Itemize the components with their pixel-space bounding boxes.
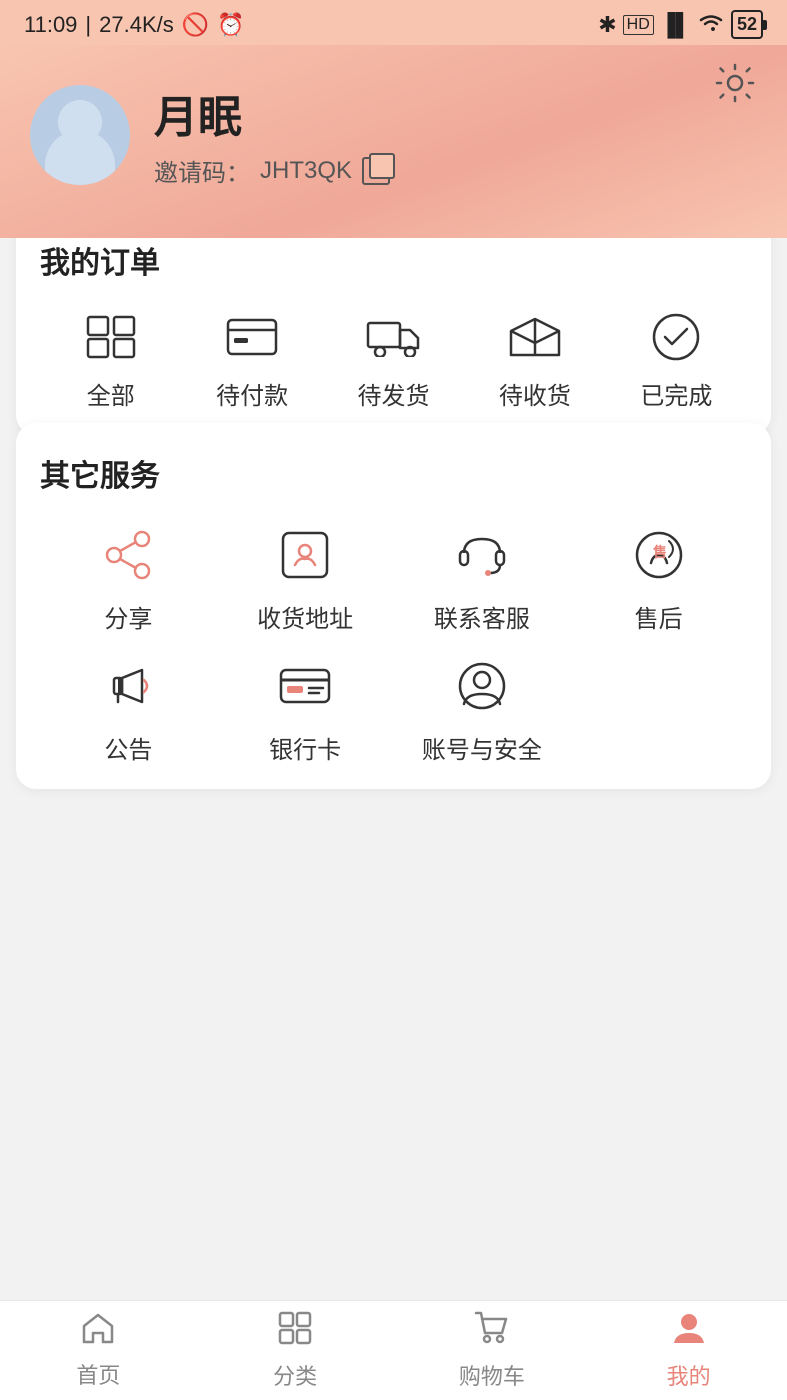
orders-title: 我的订单 — [40, 238, 747, 282]
battery-indicator: 52 — [731, 10, 763, 39]
pending-ship-icon — [362, 310, 426, 364]
service-item-address[interactable]: 收货地址 — [217, 523, 394, 634]
service-label-announcement: 公告 — [104, 730, 152, 765]
status-right: ✱ HD ▐▌ 52 — [598, 10, 763, 39]
bluetooth-icon: ✱ — [598, 12, 616, 38]
invite-code: JHT3QK — [260, 157, 352, 185]
wifi-icon — [697, 11, 725, 39]
hd-icon: HD — [623, 15, 654, 35]
settings-button[interactable] — [713, 61, 757, 114]
share-icon — [96, 523, 160, 587]
service-item-after-sale[interactable]: 售 售后 — [570, 523, 747, 634]
order-item-pending-receive[interactable]: 待收货 — [464, 310, 605, 411]
nav-item-home[interactable]: 首页 — [0, 1301, 197, 1400]
invite-row: 邀请码： JHT3QK — [154, 153, 390, 188]
completed-icon — [644, 310, 708, 364]
service-label-bank-card: 银行卡 — [269, 730, 341, 765]
service-label-address: 收货地址 — [257, 599, 353, 634]
signal-bars-icon: ▐▌ — [660, 12, 691, 38]
bottom-nav: 首页 分类 购物车 我的 — [0, 1300, 787, 1400]
status-bar: 11:09 | 27.4K/s 🚫 ⏰ ✱ HD ▐▌ 52 — [0, 0, 787, 45]
main-content: 11:09 | 27.4K/s 🚫 ⏰ ✱ HD ▐▌ 52 — [0, 0, 787, 915]
order-label-completed: 已完成 — [640, 376, 712, 411]
service-item-announcement[interactable]: 公告 — [40, 654, 217, 765]
alarm-icon: ⏰ — [217, 12, 244, 38]
bank-card-icon — [273, 654, 337, 718]
profile-row: 月眠 邀请码： JHT3QK — [30, 81, 757, 188]
pending-payment-icon — [220, 310, 284, 364]
nav-label-cart: 购物车 — [459, 1359, 525, 1391]
avatar[interactable] — [30, 85, 130, 185]
order-grid: 全部 待付款 — [40, 310, 747, 411]
order-label-all: 全部 — [87, 376, 135, 411]
status-left: 11:09 | 27.4K/s 🚫 ⏰ — [24, 12, 245, 38]
header-section: 月眠 邀请码： JHT3QK — [0, 45, 787, 238]
pending-receive-icon — [503, 310, 567, 364]
home-icon — [81, 1312, 115, 1352]
status-divider: | — [85, 12, 91, 38]
signal-icon: 🚫 — [182, 12, 209, 38]
order-item-completed[interactable]: 已完成 — [606, 310, 747, 411]
service-item-account-security[interactable]: 账号与安全 — [394, 654, 571, 765]
customer-service-icon — [450, 523, 514, 587]
category-icon — [278, 1311, 312, 1353]
service-item-customer-service[interactable]: 联系客服 — [394, 523, 571, 634]
service-label-account-security: 账号与安全 — [422, 730, 542, 765]
mine-icon — [672, 1311, 706, 1353]
account-security-icon — [450, 654, 514, 718]
service-label-share: 分享 — [104, 599, 152, 634]
avatar-head — [58, 100, 102, 144]
orders-card: 我的订单 全部 — [16, 210, 771, 435]
order-label-pending-payment: 待付款 — [216, 376, 288, 411]
nav-label-mine: 我的 — [667, 1359, 711, 1391]
after-sale-icon: 售 — [627, 523, 691, 587]
invite-label: 邀请码： — [154, 153, 250, 188]
services-title: 其它服务 — [40, 451, 747, 495]
order-label-pending-ship: 待发货 — [358, 376, 430, 411]
all-orders-icon — [79, 310, 143, 364]
service-label-customer-service: 联系客服 — [434, 599, 530, 634]
cart-icon — [474, 1311, 510, 1353]
services-card: 其它服务 分享 — [16, 423, 771, 789]
svg-text:售: 售 — [652, 544, 667, 560]
status-network: 27.4K/s — [99, 12, 174, 38]
avatar-body — [45, 130, 115, 185]
order-item-pending-payment[interactable]: 待付款 — [181, 310, 322, 411]
address-icon — [273, 523, 337, 587]
service-item-bank-card[interactable]: 银行卡 — [217, 654, 394, 765]
nav-label-home: 首页 — [76, 1358, 120, 1390]
profile-name: 月眠 — [154, 81, 390, 145]
status-time: 11:09 — [24, 12, 77, 38]
order-item-all[interactable]: 全部 — [40, 310, 181, 411]
service-item-share[interactable]: 分享 — [40, 523, 217, 634]
copy-icon[interactable] — [362, 157, 390, 185]
order-label-pending-receive: 待收货 — [499, 376, 571, 411]
order-item-pending-ship[interactable]: 待发货 — [323, 310, 464, 411]
service-grid: 分享 收货地址 — [40, 523, 747, 765]
nav-item-mine[interactable]: 我的 — [590, 1301, 787, 1400]
profile-info: 月眠 邀请码： JHT3QK — [154, 81, 390, 188]
announcement-icon — [96, 654, 160, 718]
nav-item-category[interactable]: 分类 — [197, 1301, 394, 1400]
nav-label-category: 分类 — [273, 1359, 317, 1391]
service-label-after-sale: 售后 — [635, 599, 683, 634]
nav-item-cart[interactable]: 购物车 — [394, 1301, 591, 1400]
